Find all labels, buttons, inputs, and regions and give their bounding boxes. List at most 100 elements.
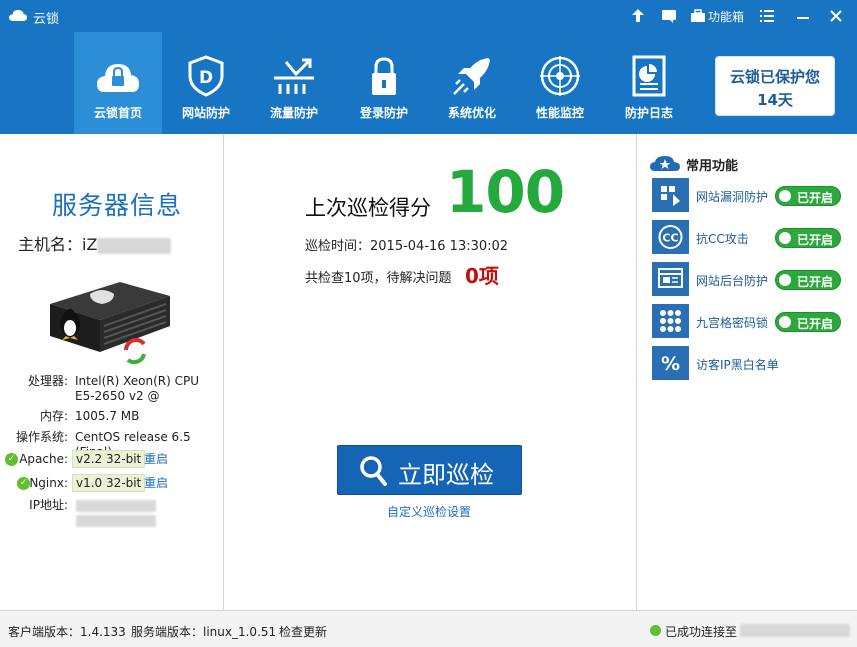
nav-label: 登录防护 (359, 106, 408, 120)
ip-redacted-2 (76, 515, 156, 527)
feature-label: 九宫格密码锁 (696, 316, 769, 330)
ip-label: IP地址: (29, 498, 68, 512)
memory-row: 内存: 1005.7 MB (0, 409, 224, 425)
scan-now-label: 立即巡检 (398, 461, 494, 489)
features-title: 常用功能 (686, 159, 739, 174)
nav-item-logs[interactable]: 防护日志 (605, 32, 693, 134)
upload-icon[interactable] (630, 8, 646, 24)
ip-row: IP地址: (0, 498, 224, 530)
server-info-panel: 服务器信息 主机名：iZ 处理器: Intel(R) Xeon(R) CPU E… (0, 134, 224, 610)
protection-days-badge: 云锁已保护您 14天 (715, 56, 835, 116)
nav-item-login[interactable]: 登录防护 (340, 32, 428, 134)
toggle-status: 已开启 (797, 191, 834, 205)
toggle-status: 已开启 (797, 317, 834, 331)
cpu-value-line1: Intel(R) Xeon(R) CPU (75, 374, 200, 388)
grid-lock-icon (652, 304, 689, 338)
radar-icon (540, 56, 580, 96)
apache-version-chip: v2.2 32-bit (72, 450, 146, 468)
rocket-icon (453, 58, 490, 95)
cc-icon: CC (652, 220, 689, 254)
cloud-star-icon (650, 156, 680, 171)
apache-restart-link[interactable]: 重启 (144, 452, 168, 467)
os-label: 操作系统: (15, 430, 68, 444)
connection-status: 已成功连接至 (665, 625, 738, 639)
feature-toggle[interactable]: 已开启 (775, 228, 841, 248)
feature-label: 抗CC攻击 (696, 232, 749, 246)
nginx-row: ✓ Nginx: v1.0 32-bit 重启 (0, 474, 224, 494)
feature-toggle[interactable]: 已开启 (775, 270, 841, 290)
nav-item-monitor[interactable]: 性能监控 (516, 32, 604, 134)
cloud-lock-icon (97, 64, 139, 92)
nginx-label: Nginx: (29, 476, 68, 490)
nav-item-website[interactable]: D 网站防护 (162, 32, 250, 134)
traffic-icon (274, 58, 314, 94)
cpu-value-line2: E5-2650 v2 @ (75, 389, 160, 403)
message-icon[interactable] (661, 8, 677, 24)
toggle-knob (779, 232, 791, 244)
scan-now-button[interactable]: 立即巡检 (337, 445, 522, 495)
toggle-knob (779, 190, 791, 202)
nav-label: 性能监控 (535, 106, 584, 120)
app-title: 云锁 (33, 12, 60, 27)
feature-anti-cc[interactable]: CC 抗CC攻击 已开启 (652, 220, 852, 256)
minimize-icon[interactable] (795, 8, 811, 24)
svg-text:CC: CC (662, 232, 678, 245)
feature-label: 网站漏洞防护 (696, 190, 769, 204)
nav-label: 系统优化 (447, 106, 496, 120)
apache-version: v2.2 32-bit (72, 450, 146, 468)
toggle-knob (779, 316, 791, 328)
close-icon[interactable] (828, 8, 844, 24)
nginx-version: v1.0 32-bit (72, 474, 146, 492)
apache-label: Apache: (19, 452, 68, 466)
connected-status-icon (650, 625, 661, 636)
nav-item-traffic[interactable]: 流量防护 (250, 32, 338, 134)
custom-scan-settings-link[interactable]: 自定义巡检设置 (387, 503, 471, 520)
backend-icon (652, 262, 689, 296)
svg-text:D: D (199, 68, 213, 88)
nav-label: 防护日志 (624, 106, 673, 120)
nginx-version-chip: v1.0 32-bit (72, 474, 146, 492)
scan-score: 100 (446, 158, 565, 226)
feature-backend-protection[interactable]: 网站后台防护 已开启 (652, 262, 852, 298)
feature-grid-lock[interactable]: 九宫格密码锁 已开启 (652, 304, 852, 340)
server-info-title: 服务器信息 (52, 191, 183, 220)
shield-d-icon: D (188, 55, 224, 97)
memory-label: 内存: (39, 409, 68, 423)
toggle-status: 已开启 (797, 275, 834, 289)
nav-item-home[interactable]: 云锁首页 (74, 32, 162, 134)
check-summary: 共检查10项，待解决问题 (305, 271, 452, 286)
nav-label: 流量防护 (269, 106, 318, 120)
nginx-restart-link[interactable]: 重启 (144, 476, 168, 491)
feature-toggle[interactable]: 已开启 (775, 186, 841, 206)
features-panel: 常用功能 网站漏洞防护 已开启 CC 抗CC攻击 已开启 网站后台防护 已开启 (636, 134, 857, 610)
issue-count: 0项 (465, 264, 499, 288)
server-version: 服务端版本：linux_1.0.51 (131, 625, 277, 639)
padlock-icon (372, 57, 396, 95)
report-icon (632, 55, 666, 97)
scan-panel: 上次巡检得分 100 巡检时间：2015-04-16 13:30:02 共检查1… (224, 134, 636, 610)
hostname-label: 主机名：iZ (18, 235, 98, 254)
feature-ip-list[interactable]: % 访客IP黑白名单 (652, 346, 852, 382)
cpu-row: 处理器: Intel(R) Xeon(R) CPU E5-2650 v2 @ (0, 374, 224, 406)
cpu-label: 处理器: (27, 374, 68, 388)
status-bar: 客户端版本：1.4.133 服务端版本：linux_1.0.51 检查更新 已成… (0, 610, 857, 647)
ip-list-icon: % (652, 346, 689, 380)
toolbox-label[interactable]: 功能箱 (708, 8, 744, 25)
server-address-redacted (740, 624, 850, 637)
feature-vuln-protection[interactable]: 网站漏洞防护 已开启 (652, 178, 852, 214)
header: 云锁 功能箱 云锁首页 D 网站防护 流量防护 登录防护 系统优化 性能监控 防… (0, 0, 857, 134)
apache-row: ✓ Apache: v2.2 32-bit 重启 (0, 450, 224, 470)
toolbox-icon[interactable] (690, 8, 706, 24)
nav-item-optimize[interactable]: 系统优化 (428, 32, 516, 134)
hostname-redacted (97, 237, 172, 254)
feature-toggle[interactable]: 已开启 (775, 312, 841, 332)
svg-text:%: % (661, 353, 680, 375)
toggle-knob (779, 274, 791, 286)
vuln-shield-icon (652, 178, 689, 212)
nav-label: 云锁首页 (93, 106, 142, 120)
check-update-link[interactable]: 检查更新 (279, 623, 327, 640)
protection-days: 14天 (757, 91, 793, 109)
menu-icon[interactable] (759, 8, 775, 24)
client-version: 客户端版本：1.4.133 (8, 625, 126, 639)
protection-text: 云锁已保护您 (729, 68, 820, 86)
